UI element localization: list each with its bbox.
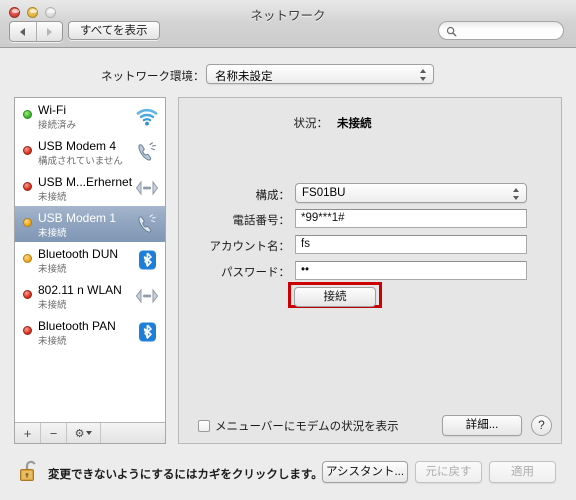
apply-button[interactable]: 適用 xyxy=(489,461,556,483)
service-name: USB Modem 1 xyxy=(38,211,117,225)
sidebar-item-wifi[interactable]: Wi-Fi 接続済み xyxy=(15,98,165,134)
unlocked-padlock-icon[interactable] xyxy=(18,458,42,484)
phone-number-input[interactable]: *99***1# xyxy=(295,209,527,228)
sidebar-item-usb-modem-1[interactable]: USB Modem 1 未接続 xyxy=(15,206,165,242)
back-button[interactable] xyxy=(10,22,36,41)
service-status: 未接続 xyxy=(38,264,67,275)
window-titlebar: ネットワーク すべてを表示 xyxy=(0,0,576,48)
forward-button[interactable] xyxy=(35,22,63,41)
network-location-popup[interactable]: 名称未設定 xyxy=(206,64,434,84)
assistant-button[interactable]: アシスタント... xyxy=(322,461,408,483)
service-name: USB M...Erhernet xyxy=(38,175,133,189)
bluetooth-icon xyxy=(139,250,156,270)
service-name: Wi-Fi xyxy=(38,103,66,117)
service-status: 未接続 xyxy=(38,336,67,347)
account-name-input[interactable]: fs xyxy=(295,235,527,254)
sidebar-item-80211n-wlan[interactable]: 802.11 n WLAN 未接続 xyxy=(15,278,165,314)
configuration-label: 構成： xyxy=(255,190,291,202)
triangle-left-icon xyxy=(20,27,26,36)
show-modem-status-row[interactable]: メニューバーにモデムの状況を表示 xyxy=(198,418,399,434)
ethernet-icon xyxy=(135,288,159,304)
ethernet-icon xyxy=(135,180,159,196)
search-field[interactable] xyxy=(438,21,564,40)
service-status: 未接続 xyxy=(38,300,67,311)
navigation-segmented-control[interactable] xyxy=(9,21,63,42)
status-dot-red-icon xyxy=(23,326,32,335)
service-list[interactable]: Wi-Fi 接続済み USB Modem 4 構成されていません USB M..… xyxy=(15,98,165,422)
help-button[interactable]: ? xyxy=(531,415,552,436)
lock-message: 変更できないようにするにはカギをクリックします。 xyxy=(48,469,323,481)
network-location-label: ネットワーク環境： xyxy=(101,71,205,83)
phone-number-label: 電話番号： xyxy=(232,215,291,227)
service-status: 接続済み xyxy=(38,120,77,131)
add-service-button[interactable]: + xyxy=(15,423,41,443)
account-name-label: アカウント名： xyxy=(209,241,291,253)
password-label: パスワード： xyxy=(221,267,290,279)
service-status: 未接続 xyxy=(38,228,67,239)
remove-service-button[interactable]: − xyxy=(41,423,67,443)
show-modem-status-label: メニューバーにモデムの状況を表示 xyxy=(215,421,399,433)
wifi-icon xyxy=(136,108,158,126)
service-name: Bluetooth PAN xyxy=(38,319,116,333)
password-input[interactable]: •• xyxy=(295,261,527,280)
modem-icon xyxy=(138,142,156,161)
service-list-footer: + − ⚙ xyxy=(15,422,165,443)
chevron-down-icon xyxy=(86,431,93,435)
status-dot-red-icon xyxy=(23,146,32,155)
footer-spacer xyxy=(101,423,165,443)
show-modem-status-checkbox[interactable] xyxy=(198,420,210,432)
show-all-button[interactable]: すべてを表示 xyxy=(68,21,160,40)
search-icon xyxy=(446,26,457,37)
configuration-value: FS01BU xyxy=(302,187,346,199)
service-name: USB Modem 4 xyxy=(38,139,117,153)
search-input[interactable] xyxy=(461,24,563,40)
network-preferences-window: ネットワーク すべてを表示 ネットワーク環境： 名称未設定 Wi-Fi 接続済み… xyxy=(0,0,576,500)
service-list-panel: Wi-Fi 接続済み USB Modem 4 構成されていません USB M..… xyxy=(14,97,166,444)
advanced-button[interactable]: 詳細... xyxy=(442,415,522,436)
revert-button[interactable]: 元に戻す xyxy=(415,461,482,483)
status-dot-green-icon xyxy=(23,110,32,119)
triangle-right-icon xyxy=(46,27,52,36)
status-dot-red-icon xyxy=(23,182,32,191)
bottom-bar: 変更できないようにするにはカギをクリックします。 アシスタント... 元に戻す … xyxy=(0,450,576,500)
sidebar-item-bluetooth-pan[interactable]: Bluetooth PAN 未接続 xyxy=(15,314,165,350)
configuration-popup[interactable]: FS01BU xyxy=(295,183,527,203)
service-actions-button[interactable]: ⚙ xyxy=(67,423,101,443)
chevron-updown-icon xyxy=(513,188,520,200)
status-dot-orange-icon xyxy=(23,218,32,227)
bluetooth-icon xyxy=(139,322,156,342)
sidebar-item-usb-modem-4[interactable]: USB Modem 4 構成されていません xyxy=(15,134,165,170)
service-status: 構成されていません xyxy=(38,156,123,167)
status-label: 状況： xyxy=(293,118,329,130)
chevron-updown-icon xyxy=(420,69,427,81)
network-location-value: 名称未設定 xyxy=(215,71,273,83)
status-dot-red-icon xyxy=(23,290,32,299)
service-name: 802.11 n WLAN xyxy=(38,283,122,297)
status-value: 未接続 xyxy=(337,118,372,130)
modem-icon xyxy=(138,214,156,233)
service-status: 未接続 xyxy=(38,192,67,203)
connect-button[interactable]: 接続 xyxy=(294,287,376,307)
sidebar-item-usb-ethernet[interactable]: USB M...Erhernet 未接続 xyxy=(15,170,165,206)
status-dot-orange-icon xyxy=(23,254,32,263)
service-name: Bluetooth DUN xyxy=(38,247,119,261)
gear-icon: ⚙ xyxy=(74,427,85,440)
sidebar-item-bluetooth-dun[interactable]: Bluetooth DUN 未接続 xyxy=(15,242,165,278)
